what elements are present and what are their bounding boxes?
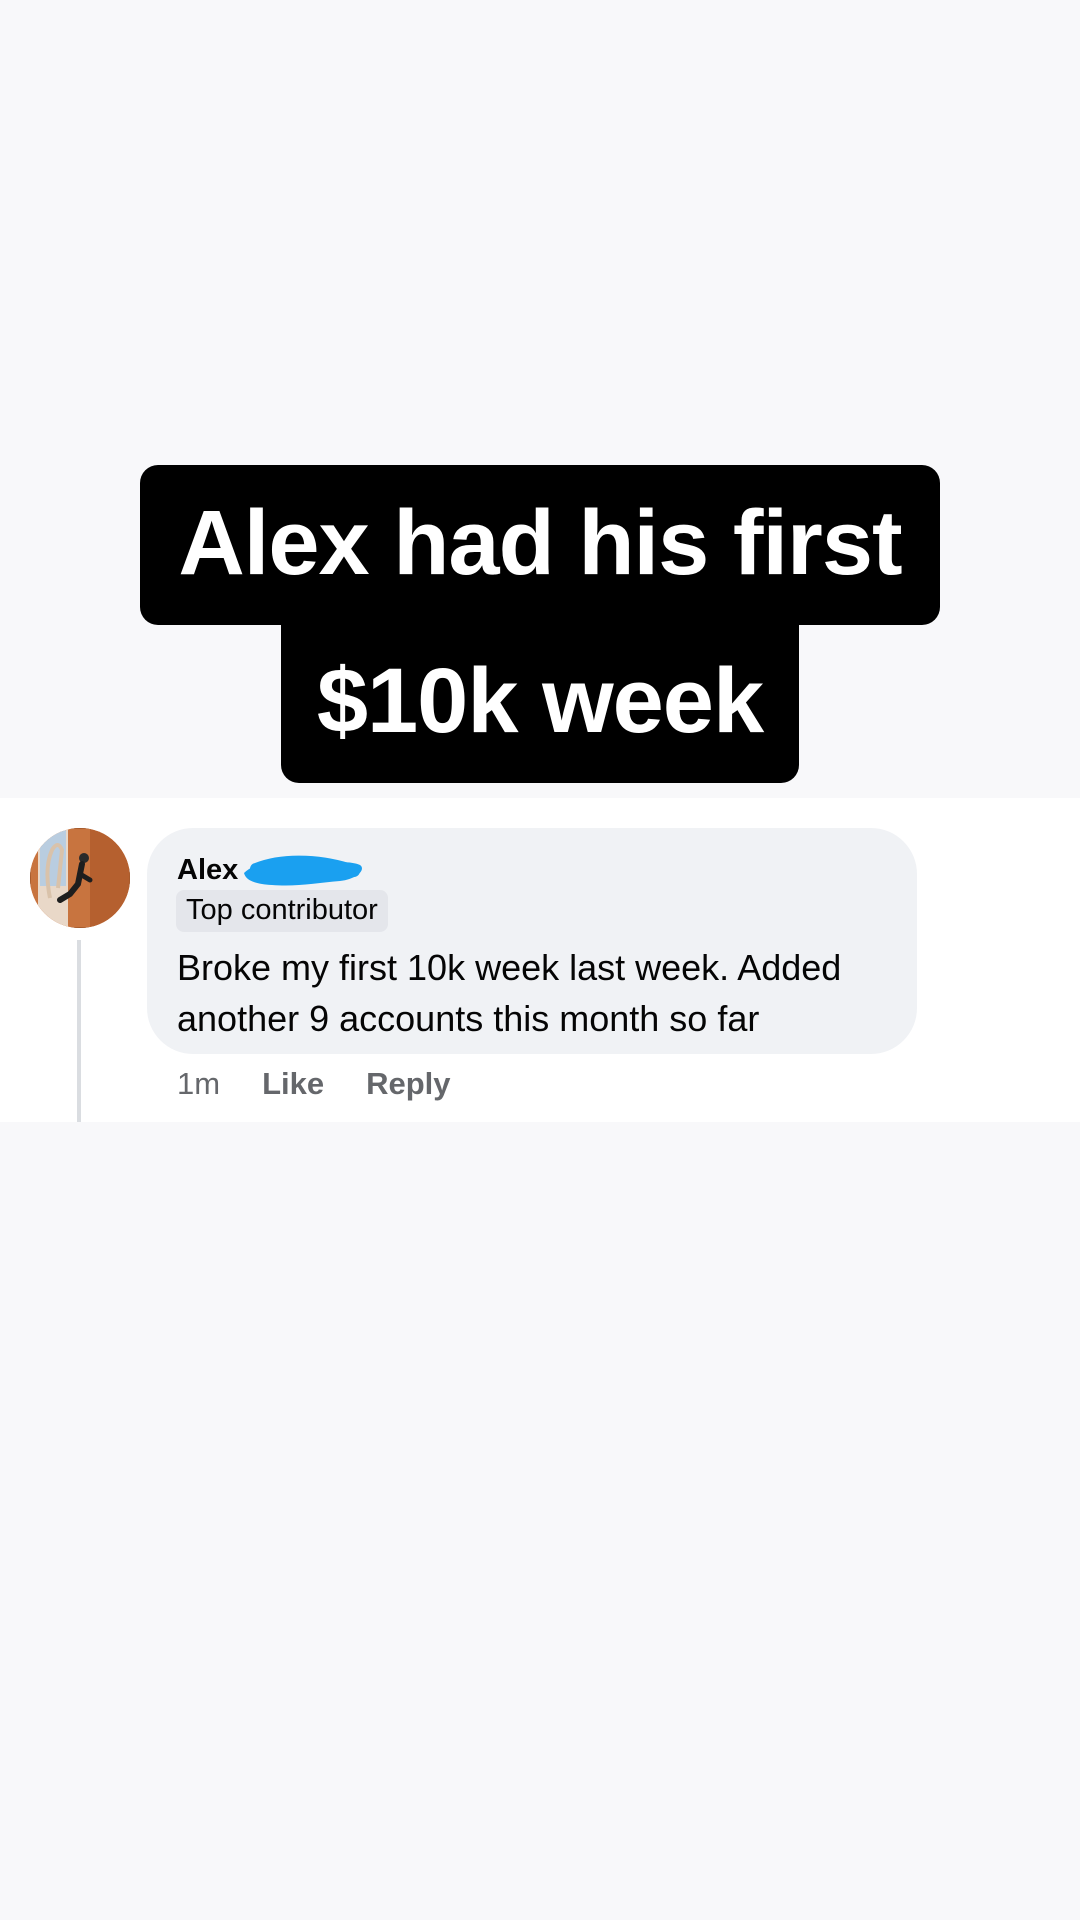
top-contributor-badge: Top contributor	[176, 890, 388, 932]
comment-bubble: Alex Top contributor Broke my first 10k …	[147, 828, 917, 1054]
author-row: Alex	[177, 850, 368, 890]
comment-timestamp[interactable]: 1m	[177, 1066, 220, 1102]
like-button[interactable]: Like	[262, 1066, 324, 1102]
reply-button[interactable]: Reply	[366, 1066, 450, 1102]
caption-line-1: Alex had his first	[140, 465, 940, 625]
caption-line-2: $10k week	[280, 625, 800, 783]
author-name[interactable]: Alex	[177, 854, 238, 887]
avatar[interactable]	[30, 828, 130, 928]
redaction-scribble-icon	[244, 855, 363, 886]
comment-text: Broke my first 10k week last week. Added…	[177, 947, 842, 1039]
comment-panel: Alex Top contributor Broke my first 10k …	[0, 798, 1080, 1122]
thread-line	[77, 940, 81, 1122]
avatar-photo-icon	[30, 828, 130, 928]
story-caption: Alex had his first $10k week	[0, 465, 1080, 783]
comment-actions: 1m Like Reply	[177, 1066, 493, 1102]
